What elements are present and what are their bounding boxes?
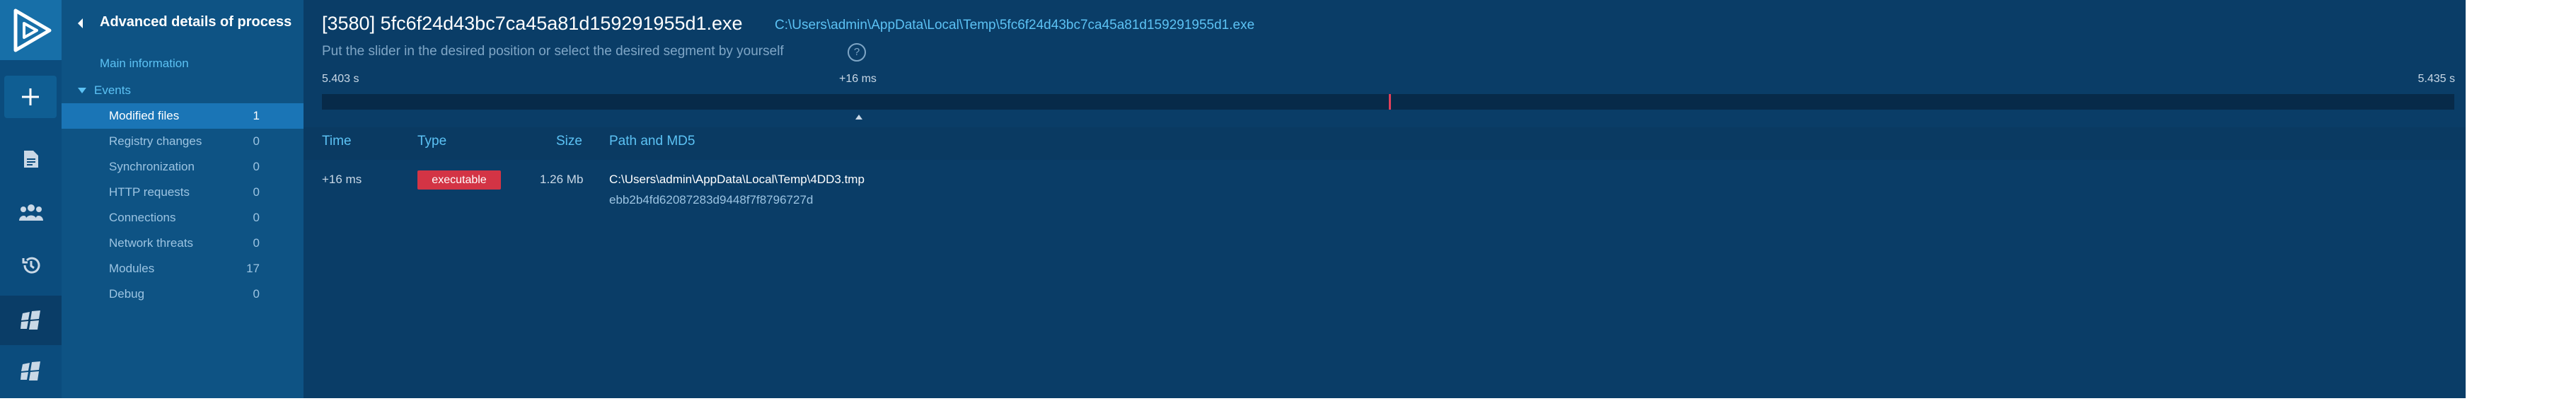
main-panel: [3580] 5fc6f24d43bc7ca45a81d159291955d1.…	[304, 0, 2466, 398]
table-row[interactable]	[304, 160, 2466, 216]
document-icon	[23, 151, 38, 168]
timeline-mid-label: +16 ms	[839, 73, 877, 85]
sidebar-item-connections[interactable]: Connections 0	[62, 205, 304, 231]
add-icon	[22, 88, 39, 105]
sidebar-item-label: Synchronization	[109, 160, 195, 173]
sidebar-item-count: 0	[253, 287, 260, 301]
column-header-type[interactable]: Type	[417, 134, 446, 149]
history-icon	[22, 257, 40, 274]
sidebar-item-modules[interactable]: Modules 17	[62, 256, 304, 281]
caret-up-icon	[855, 115, 862, 120]
timeline-event-marker[interactable]	[1389, 94, 1391, 110]
add-task-button[interactable]	[4, 76, 57, 118]
column-header-path[interactable]: Path and MD5	[609, 134, 695, 149]
sidebar-item-debug[interactable]: Debug 0	[62, 281, 304, 307]
sidebar-item-count: 0	[253, 236, 260, 250]
sidebar-header[interactable]: Advanced details of process	[62, 11, 304, 35]
history-button[interactable]	[0, 240, 62, 290]
timeline-start-label: 5.403 s	[322, 73, 359, 85]
sidebar-item-count: 0	[253, 160, 260, 173]
windows-icon	[20, 361, 40, 380]
sidebar-item-network-threats[interactable]: Network threats 0	[62, 231, 304, 256]
row-time: +16 ms	[322, 173, 362, 186]
help-icon[interactable]: ?	[848, 43, 866, 62]
row-size: 1.26 Mb	[540, 173, 584, 186]
windows-env-button[interactable]	[0, 347, 62, 396]
sidebar-item-label: Modules	[109, 262, 155, 275]
sidebar-item-count: 0	[253, 185, 260, 199]
app-window: Advanced details of process Main informa…	[0, 0, 2466, 398]
type-badge: executable	[417, 170, 501, 190]
events-label: Events	[94, 83, 131, 97]
users-button[interactable]	[0, 187, 62, 237]
process-path-link[interactable]: C:\Users\admin\AppData\Local\Temp\5fc6f2…	[775, 18, 1254, 33]
sidebar-item-label: Registry changes	[109, 134, 202, 148]
sidebar-item-label: Debug	[109, 287, 145, 301]
logo-play-icon	[13, 8, 51, 52]
process-title: [3580] 5fc6f24d43bc7ca45a81d159291955d1.…	[322, 13, 743, 34]
left-rail	[0, 0, 62, 398]
sidebar-item-count: 0	[253, 211, 260, 224]
sidebar-item-count: 1	[253, 109, 260, 122]
timeline-hint: Put the slider in the desired position o…	[322, 44, 784, 59]
chevron-down-icon	[78, 88, 86, 93]
sidebar-item-http-requests[interactable]: HTTP requests 0	[62, 180, 304, 205]
sidebar-item-modified-files[interactable]: Modified files 1	[62, 103, 304, 129]
sidebar-title: Advanced details of process	[100, 14, 292, 30]
sidebar-item-main-information[interactable]: Main information	[100, 57, 189, 71]
logo[interactable]	[0, 0, 62, 60]
timeline-end-label: 5.435 s	[2418, 73, 2455, 85]
windows-icon	[20, 310, 40, 330]
sidebar-item-label: Modified files	[109, 109, 180, 122]
sidebar-item-count: 17	[246, 262, 260, 275]
sidebar-item-label: HTTP requests	[109, 185, 190, 199]
users-icon	[18, 204, 43, 221]
sidebar-item-count: 0	[253, 134, 260, 148]
sidebar-item-synchronization[interactable]: Synchronization 0	[62, 154, 304, 180]
windows-env-button-active[interactable]	[0, 296, 62, 345]
sidebar-item-label: Connections	[109, 211, 176, 224]
column-header-size[interactable]: Size	[556, 134, 582, 149]
row-md5[interactable]: ebb2b4fd62087283d9448f7f8796727d	[609, 193, 813, 207]
chevron-left-icon[interactable]	[76, 18, 84, 29]
timeline-slider-track[interactable]	[322, 94, 2454, 110]
sidebar-item-label: Network threats	[109, 236, 194, 250]
row-path[interactable]: C:\Users\admin\AppData\Local\Temp\4DD3.t…	[609, 173, 865, 187]
column-header-time[interactable]: Time	[322, 134, 352, 149]
events-group-toggle[interactable]: Events	[77, 82, 131, 99]
details-sidebar: Advanced details of process Main informa…	[62, 0, 304, 398]
sidebar-item-registry-changes[interactable]: Registry changes 0	[62, 129, 304, 154]
reports-button[interactable]	[0, 134, 62, 184]
